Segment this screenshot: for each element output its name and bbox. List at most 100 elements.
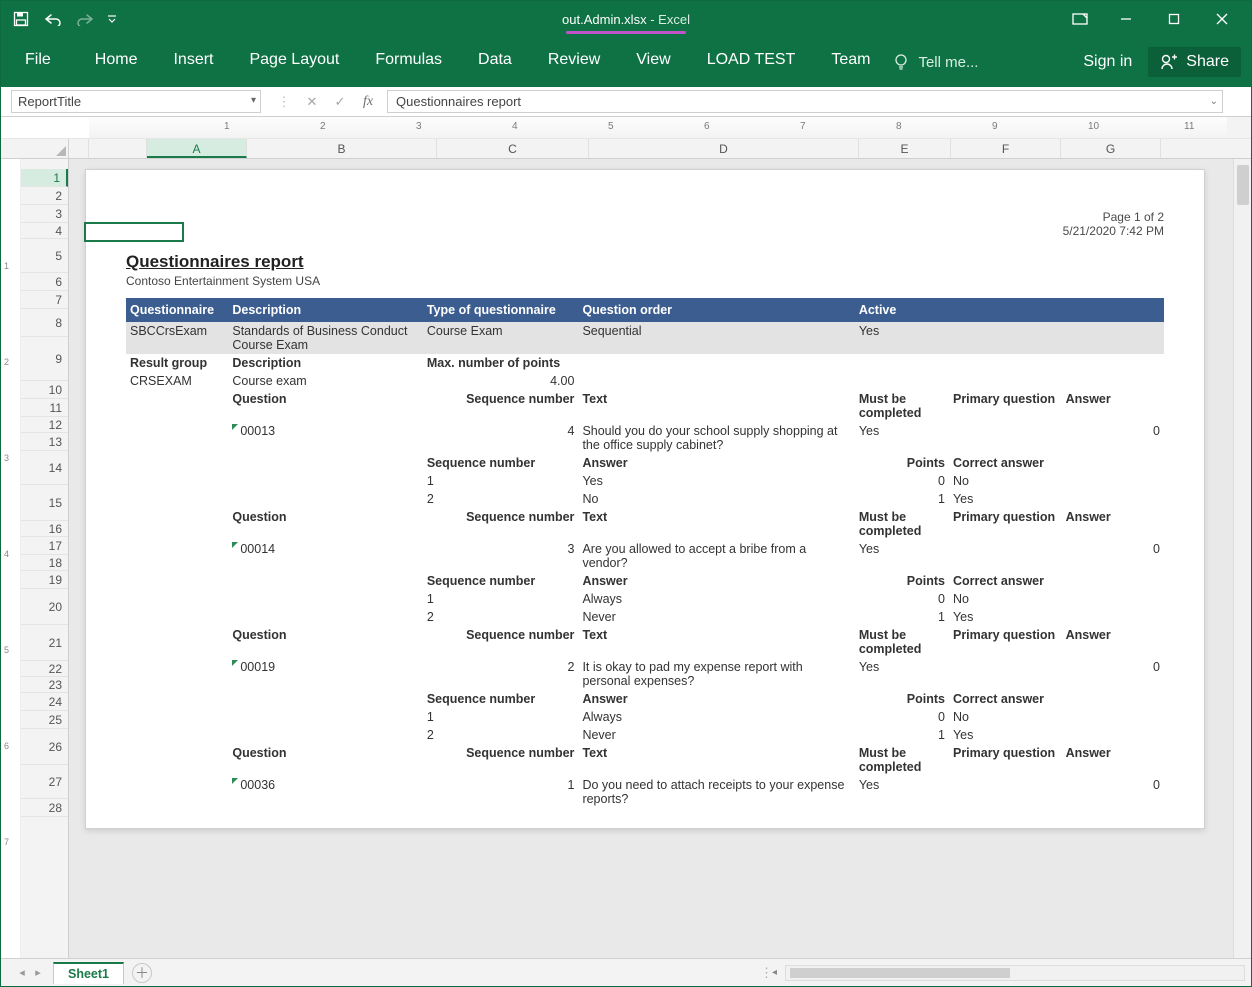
row-header-8[interactable]: 8	[21, 309, 68, 337]
excel-window: out.Admin.xlsx - Excel File Home Insert …	[0, 0, 1252, 987]
sheet-nav[interactable]: ◂▸	[7, 966, 53, 979]
column-header-E[interactable]: E	[859, 139, 951, 158]
app-name: Excel	[658, 12, 690, 27]
window-title: out.Admin.xlsx - Excel	[562, 12, 690, 27]
row-header-22[interactable]: 22	[21, 661, 68, 677]
row-headers: 1234567891011121314151617181920212223242…	[21, 159, 69, 958]
sign-in-link[interactable]: Sign in	[1083, 53, 1132, 71]
worksheet-grid[interactable]: 1234567 12345678910111213141516171819202…	[1, 159, 1251, 958]
sheet-canvas[interactable]: Page 1 of 2 5/21/2020 7:42 PM Questionna…	[69, 159, 1251, 958]
share-label: Share	[1186, 53, 1229, 71]
row-header-1[interactable]: 1	[21, 169, 68, 187]
horizontal-scrollbar[interactable]: ◂ ▸	[785, 965, 1245, 981]
row-header-3[interactable]: 3	[21, 205, 68, 223]
file-name: out.Admin.xlsx	[562, 12, 647, 27]
column-header-D[interactable]: D	[589, 139, 859, 158]
share-button[interactable]: Share	[1148, 47, 1241, 77]
row-header-15[interactable]: 15	[21, 485, 68, 521]
cancel-formula-icon[interactable]: ✕	[299, 91, 325, 113]
formula-value: Questionnaires report	[396, 94, 521, 109]
report-table: QuestionnaireDescriptionType of question…	[126, 298, 1164, 808]
page-layout-page: Page 1 of 2 5/21/2020 7:42 PM Questionna…	[85, 169, 1205, 829]
formula-bar: ReportTitle ▾ ⋮ ✕ ✓ fx Questionnaires re…	[1, 87, 1251, 117]
report-title: Questionnaires report	[126, 252, 1164, 272]
column-header-F[interactable]: F	[951, 139, 1061, 158]
tab-bar-grip-icon[interactable]: ⋮	[750, 965, 785, 981]
tab-formulas[interactable]: Formulas	[361, 45, 456, 79]
formula-input[interactable]: Questionnaires report ⌄	[387, 90, 1223, 113]
window-controls	[1063, 1, 1245, 37]
row-header-7[interactable]: 7	[21, 291, 68, 309]
row-header-2[interactable]: 2	[21, 187, 68, 205]
tab-insert[interactable]: Insert	[159, 45, 227, 79]
tab-view[interactable]: View	[622, 45, 684, 79]
horizontal-ruler: 1234567891011	[1, 117, 1251, 139]
page-indicator: Page 1 of 2	[126, 210, 1164, 224]
quick-access-toolbar	[7, 5, 121, 33]
tab-data[interactable]: Data	[464, 45, 526, 79]
ribbon-tabs: File Home Insert Page Layout Formulas Da…	[1, 37, 1251, 87]
tab-team[interactable]: Team	[817, 45, 884, 79]
tab-page-layout[interactable]: Page Layout	[235, 45, 353, 79]
close-button[interactable]	[1199, 1, 1245, 37]
undo-icon[interactable]	[39, 5, 67, 33]
fx-icon[interactable]: fx	[355, 94, 381, 110]
name-box-value: ReportTitle	[18, 94, 81, 109]
tab-load-test[interactable]: LOAD TEST	[693, 45, 810, 79]
sheet-tab-sheet1[interactable]: Sheet1	[53, 962, 124, 984]
row-header-17[interactable]: 17	[21, 537, 68, 555]
column-header-C[interactable]: C	[437, 139, 589, 158]
row-header-13[interactable]: 13	[21, 433, 68, 451]
ribbon-display-options-icon[interactable]	[1063, 5, 1097, 33]
vertical-ruler: 1234567	[1, 159, 21, 958]
column-header-G[interactable]: G	[1061, 139, 1161, 158]
tell-me-label: Tell me...	[918, 54, 978, 71]
lightbulb-icon	[892, 53, 910, 71]
row-header-4[interactable]: 4	[21, 223, 68, 239]
row-header-26[interactable]: 26	[21, 729, 68, 765]
row-header-16[interactable]: 16	[21, 521, 68, 537]
redo-icon[interactable]	[71, 5, 99, 33]
maximize-button[interactable]	[1151, 1, 1197, 37]
name-box[interactable]: ReportTitle ▾	[11, 90, 261, 113]
title-bar: out.Admin.xlsx - Excel	[1, 1, 1251, 37]
row-header-5[interactable]: 5	[21, 239, 68, 273]
row-header-18[interactable]: 18	[21, 555, 68, 571]
tab-home[interactable]: Home	[81, 45, 152, 79]
row-header-6[interactable]: 6	[21, 273, 68, 291]
row-header-28[interactable]: 28	[21, 799, 68, 817]
row-header-23[interactable]: 23	[21, 677, 68, 693]
tab-review[interactable]: Review	[534, 45, 614, 79]
new-sheet-button[interactable]: ＋	[132, 963, 152, 983]
row-header-11[interactable]: 11	[21, 399, 68, 417]
chevron-down-icon[interactable]: ▾	[251, 95, 256, 106]
row-header-25[interactable]: 25	[21, 711, 68, 729]
title-accent	[566, 31, 686, 34]
formula-separator-icon: ⋮	[271, 91, 297, 113]
row-header-27[interactable]: 27	[21, 765, 68, 799]
report-subtitle: Contoso Entertainment System USA	[126, 274, 1164, 288]
tab-file[interactable]: File	[19, 45, 73, 79]
page-timestamp: 5/21/2020 7:42 PM	[126, 224, 1164, 238]
enter-formula-icon[interactable]: ✓	[327, 91, 353, 113]
column-header-B[interactable]: B	[247, 139, 437, 158]
row-header-20[interactable]: 20	[21, 589, 68, 625]
row-header-10[interactable]: 10	[21, 381, 68, 399]
row-header-19[interactable]: 19	[21, 571, 68, 589]
tell-me-search[interactable]: Tell me...	[892, 53, 978, 71]
row-header-14[interactable]: 14	[21, 451, 68, 485]
sheet-tab-bar: ◂▸ Sheet1 ＋ ⋮ ◂ ▸	[1, 958, 1251, 986]
row-header-12[interactable]: 12	[21, 417, 68, 433]
share-icon	[1160, 53, 1178, 71]
row-header-21[interactable]: 21	[21, 625, 68, 661]
select-all-corner[interactable]	[1, 139, 69, 158]
column-headers: ABCDEFG	[1, 139, 1251, 159]
expand-formula-bar-icon[interactable]: ⌄	[1210, 96, 1218, 107]
save-icon[interactable]	[7, 5, 35, 33]
row-header-24[interactable]: 24	[21, 693, 68, 711]
qat-customize-icon[interactable]	[103, 5, 121, 33]
row-header-9[interactable]: 9	[21, 337, 68, 381]
vertical-scrollbar[interactable]	[1233, 159, 1251, 958]
minimize-button[interactable]	[1103, 1, 1149, 37]
column-header-A[interactable]: A	[147, 139, 247, 158]
